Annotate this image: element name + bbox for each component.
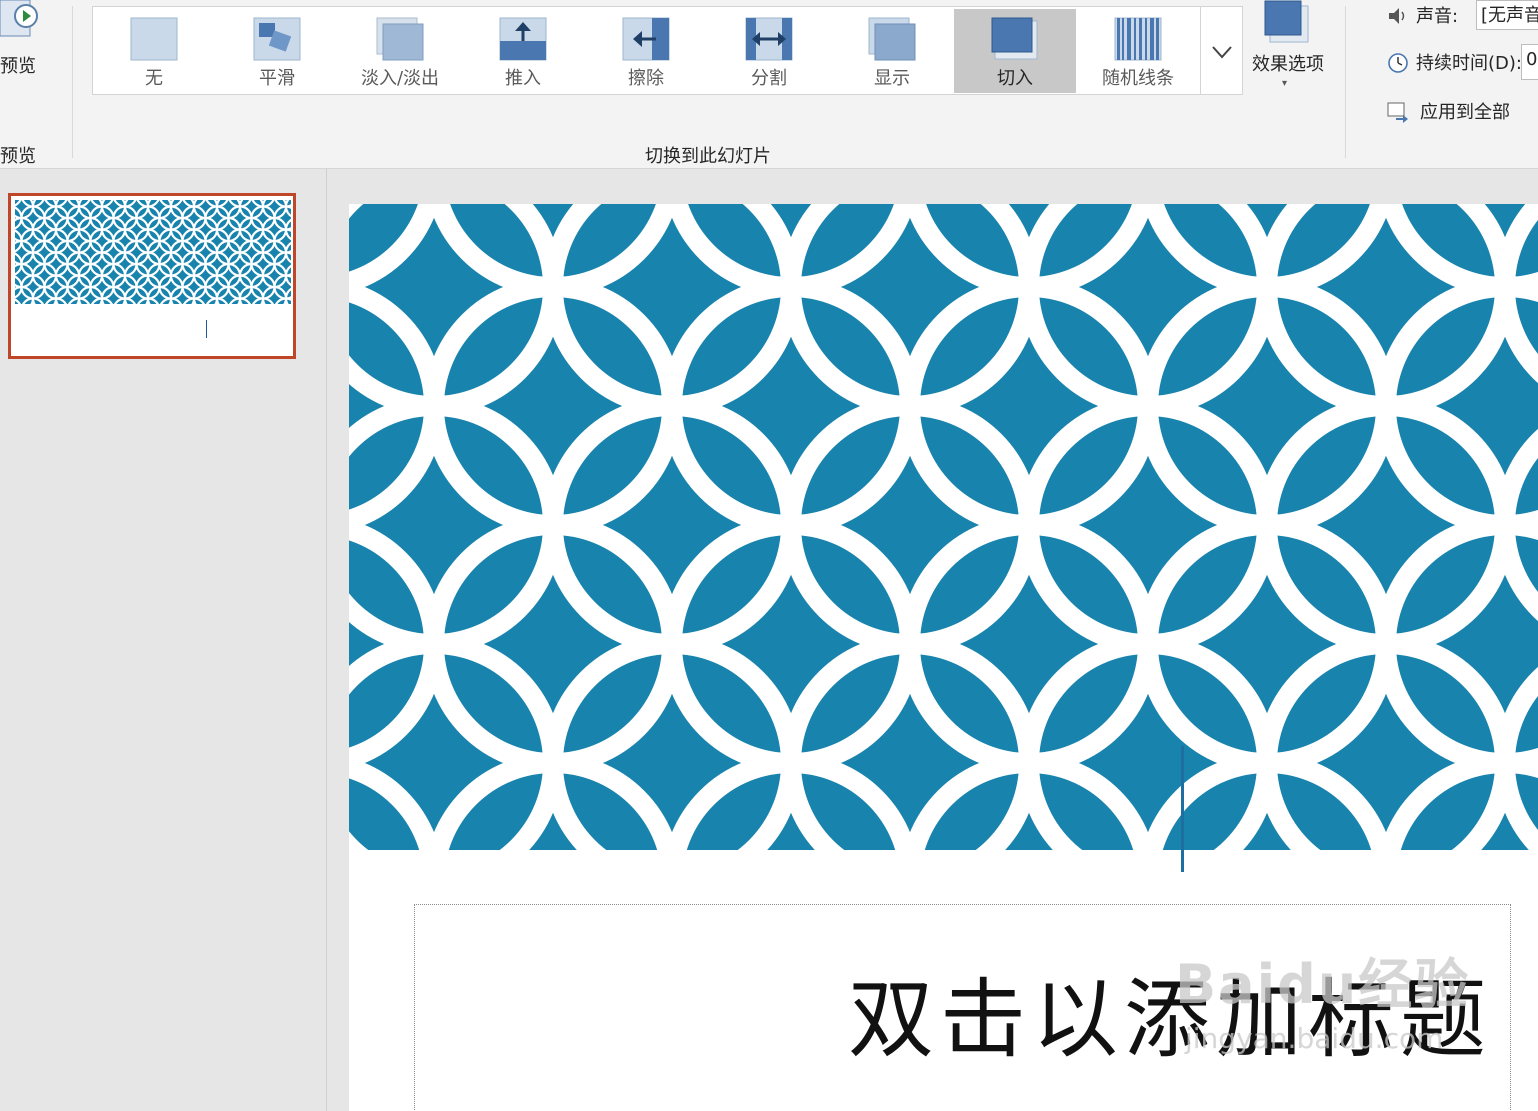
transition-label: 擦除 [628,68,664,89]
apply-to-all-label: 应用到全部 [1420,102,1510,123]
gallery-more-button[interactable] [1201,6,1243,95]
wipe-transition-icon [622,17,670,61]
slide-background-pattern [349,204,1538,850]
sound-label: 声音: [1416,6,1459,27]
transition-reveal[interactable]: 显示 [831,9,953,93]
transition-label: 无 [145,68,163,89]
cut-transition-icon [991,17,1038,60]
transition-label: 切入 [997,68,1033,89]
transition-label: 推入 [505,68,541,89]
transition-gallery: 无 平滑 淡入/淡出 推入 擦除 分割 显示 切入 随机线条 [92,6,1201,95]
watermark-logo: Baidu经验 [1175,953,1471,1016]
transition-label: 显示 [874,68,910,89]
transition-wipe[interactable]: 擦除 [585,9,707,93]
dropdown-caret-icon: ▾ [1282,78,1288,89]
transition-label: 平滑 [259,68,295,89]
transition-random-bars[interactable]: 随机线条 [1077,9,1199,93]
clock-icon [1388,53,1408,73]
transition-morph[interactable]: 平滑 [216,9,338,93]
duration-label: 持续时间(D): [1416,53,1522,74]
reveal-transition-icon [868,17,916,61]
sound-select[interactable]: [无声音] [1476,0,1538,30]
transition-none[interactable]: 无 [93,9,215,93]
preview-button-label[interactable]: 预览 [0,52,36,78]
ribbon-separator [72,6,73,158]
apply-to-all-icon [1387,102,1408,123]
transition-fade[interactable]: 淡入/淡出 [339,9,461,93]
ribbon: 预览 预览 无 平滑 淡入/淡出 推入 擦除 分割 显示 切入 随机线条 效果选… [0,0,1538,169]
pane-divider[interactable] [326,169,327,1111]
duration-input[interactable]: 0 [1521,44,1538,80]
push-transition-icon [499,17,547,61]
speaker-icon [1389,8,1405,24]
slide-thumbnails-pane [0,169,326,1111]
none-transition-icon [130,17,178,61]
morph-transition-icon [253,17,301,61]
chevron-down-icon [1212,46,1232,59]
transition-split[interactable]: 分割 [708,9,830,93]
ribbon-separator [1345,6,1346,158]
effect-options-button[interactable]: 效果选项 ▾ [1246,0,1330,100]
split-transition-icon [745,17,793,61]
transition-cut[interactable]: 切入 [954,9,1076,93]
thumbnail-pattern [15,200,291,304]
text-cursor [206,320,207,338]
transition-label: 随机线条 [1102,68,1174,89]
watermark-url: jingyan.baidu.com [1185,1022,1444,1055]
preview-play-icon [0,0,38,37]
effect-options-icon [1264,0,1309,43]
transitions-group-label: 切换到此幻灯片 [645,146,771,167]
baidu-watermark: Baidu经验 jingyan.baidu.com [1175,940,1475,1080]
preview-group-label: 预览 [0,146,36,167]
preview-group: 预览 预览 [0,0,72,168]
slide-thumbnail-1[interactable] [8,193,296,359]
transition-label: 分割 [751,68,787,89]
transition-push[interactable]: 推入 [462,9,584,93]
fade-transition-icon [376,17,424,61]
random-bars-transition-icon [1114,17,1162,61]
preview-button[interactable] [0,0,38,42]
effect-options-label: 效果选项 [1252,54,1324,75]
title-accent-bar [1181,746,1184,872]
transition-label: 淡入/淡出 [360,68,440,89]
